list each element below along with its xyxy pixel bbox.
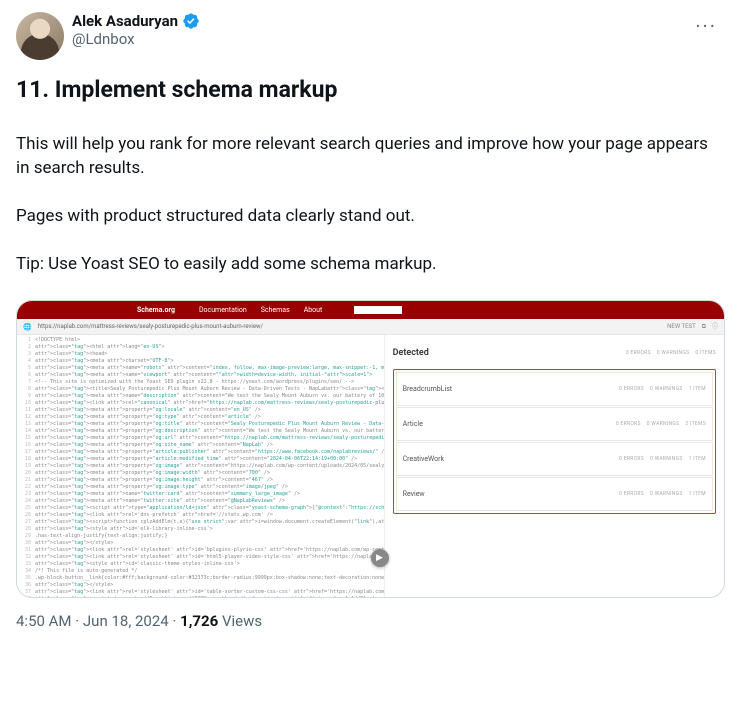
row-items-count: 2 ITEMS: [685, 412, 706, 436]
code-line: 20attr">class="tag"><meta attr">property…: [21, 470, 384, 477]
code-line: 30attr">class="tag"></style>: [21, 540, 384, 547]
code-line: 28attr">class="tag"><style attr">id='elk…: [21, 526, 384, 533]
author-block: Alek Asaduryan @Ldnbox: [72, 12, 200, 48]
code-line: 33attr">class="tag"><style attr">id='cla…: [21, 561, 384, 568]
row-warnings-count: 0 WARNINGS: [650, 482, 683, 506]
tweet-meta: 4:50 AM · Jun 18, 2024 · 1,726 Views: [16, 612, 725, 630]
code-line: 12attr">class="tag"><meta attr">property…: [21, 414, 384, 421]
tweet-paragraph: This will help you rank for more relevan…: [16, 132, 725, 180]
views-count: 1,726: [180, 612, 218, 630]
detected-type-name: CreativeWork: [403, 447, 444, 471]
tweet-time[interactable]: 4:50 AM: [16, 612, 72, 630]
code-line: 14attr">class="tag"><meta attr">property…: [21, 428, 384, 435]
code-line: 25attr">class="tag"><script attr">type="…: [21, 505, 384, 512]
detected-row: Article 0 ERRORS0 WARNINGS2 ITEMS: [396, 407, 713, 441]
code-line: 24attr">class="tag"><meta attr">name="tw…: [21, 498, 384, 505]
code-line: 15attr">class="tag"><meta attr">property…: [21, 435, 384, 442]
detected-heading: Detected 0 ERRORS 0 WARNINGS 0 ITEMS: [393, 341, 716, 365]
code-line: 22attr">class="tag"><meta attr">property…: [21, 484, 384, 491]
author-name[interactable]: Alek Asaduryan: [72, 12, 178, 30]
detected-type-name: Article: [403, 412, 423, 436]
detected-row: CreativeWork 0 ERRORS0 WARNINGS 1 ITEM: [396, 442, 713, 476]
row-warnings-count: 0 WARNINGS: [650, 377, 683, 401]
tweet-heading: 11. Implement schema markup: [16, 76, 725, 104]
row-items-count: 1 ITEM: [689, 482, 706, 506]
code-line: 37attr">class="tag"><link attr">rel='sty…: [21, 589, 384, 596]
more-button[interactable]: ···: [687, 12, 725, 40]
code-line: 3attr">class="tag"><head>: [21, 351, 384, 358]
code-line: 2attr">class="tag"><html attr">lang="en-…: [21, 344, 384, 351]
code-line: 13attr">class="tag"><meta attr">property…: [21, 421, 384, 428]
source-code-pane: 1<!DOCTYPE html>2attr">class="tag"><html…: [17, 335, 385, 597]
code-line: 7<!-- This site is optimized with the Yo…: [21, 379, 384, 386]
code-line: 19attr">class="tag"><meta attr">property…: [21, 463, 384, 470]
avatar[interactable]: [16, 12, 64, 60]
row-warnings-count: 0 WARNINGS: [647, 412, 680, 436]
header-errors-count: 0 ERRORS: [626, 341, 651, 365]
header-warnings-count: 0 WARNINGS: [657, 341, 690, 365]
code-line: 31attr">class="tag"><link attr">rel='sty…: [21, 547, 384, 554]
code-line: 17attr">class="tag"><meta attr">property…: [21, 449, 384, 456]
code-line: 36attr">class="tag"></style>: [21, 582, 384, 589]
row-items-count: 1 ITEM: [689, 447, 706, 471]
code-line: 29.has-text-align-justify{text-align:jus…: [21, 533, 384, 540]
code-line: 8attr">class="tag"><title>Sealy Posturep…: [21, 386, 384, 393]
scroll-arrow-icon: ▶: [371, 549, 389, 567]
code-line: 34/*! This file is auto-generated */: [21, 568, 384, 575]
header-items-count: 0 ITEMS: [695, 341, 716, 365]
row-errors-count: 0 ERRORS: [619, 377, 644, 401]
detected-type-name: Review: [403, 482, 425, 506]
detected-row: Review 0 ERRORS0 WARNINGS 1 ITEM: [396, 477, 713, 511]
code-line: 6attr">class="tag"><meta attr">name="vie…: [21, 372, 384, 379]
validator-url-bar: 🌐 https://naplab.com/mattress-reviews/se…: [17, 319, 724, 335]
row-errors-count: 0 ERRORS: [619, 482, 644, 506]
verified-badge-icon: [182, 12, 200, 30]
schema-search-box: [354, 306, 402, 314]
code-line: 5attr">class="tag"><meta attr">name="rob…: [21, 365, 384, 372]
code-line: 4attr">class="tag"><meta attr">charset="…: [21, 358, 384, 365]
code-line: 9attr">class="tag"><meta attr">name="des…: [21, 393, 384, 400]
code-line: 32attr">class="tag"><link attr">rel='sty…: [21, 554, 384, 561]
detected-type-name: BreadcrumbList: [403, 377, 452, 401]
detected-row: BreadcrumbList 0 ERRORS0 WARNINGS 1 ITEM: [396, 372, 713, 406]
code-line: 23attr">class="tag"><meta attr">name="tw…: [21, 491, 384, 498]
code-line: 38attr">class="tag"><script>document.add…: [21, 596, 384, 597]
author-handle[interactable]: @Ldnbox: [72, 30, 200, 48]
tweet-paragraph: Tip: Use Yoast SEO to easily add some sc…: [16, 252, 725, 276]
tweet-body: 11. Implement schema markup This will he…: [16, 76, 725, 598]
detected-list: BreadcrumbList0 ERRORS0 WARNINGS1 ITEMAr…: [393, 369, 716, 514]
row-errors-count: 0 ERRORS: [619, 447, 644, 471]
code-line: 27attr">class="tag"><script>function cpl…: [21, 519, 384, 526]
row-items-count: 1 ITEM: [689, 377, 706, 401]
nav-about: About: [304, 300, 323, 322]
code-line: 10attr">class="tag"><link attr">rel="can…: [21, 400, 384, 407]
nav-schemas: Schemas: [261, 300, 290, 322]
code-line: 26attr">class="tag"><link attr">rel='dns…: [21, 512, 384, 519]
detected-pane: Detected 0 ERRORS 0 WARNINGS 0 ITEMS Bre…: [385, 335, 724, 597]
row-errors-count: 0 ERRORS: [616, 412, 641, 436]
tweet-paragraph: Pages with product structured data clear…: [16, 204, 725, 228]
views-label: Views: [222, 612, 262, 630]
code-line: 1<!DOCTYPE html>: [21, 337, 384, 344]
code-line: 11attr">class="tag"><meta attr">property…: [21, 407, 384, 414]
code-line: 16attr">class="tag"><meta attr">property…: [21, 442, 384, 449]
code-line: 21attr">class="tag"><meta attr">property…: [21, 477, 384, 484]
tweet-header: Alek Asaduryan @Ldnbox ···: [16, 12, 725, 60]
row-warnings-count: 0 WARNINGS: [650, 447, 683, 471]
embedded-screenshot[interactable]: Schema.org Documentation Schemas About 🌐…: [16, 300, 725, 598]
tweet-date[interactable]: Jun 18, 2024: [83, 612, 169, 630]
code-line: 18attr">class="tag"><meta attr">property…: [21, 456, 384, 463]
code-line: 35.wp-block-button__link{color:#fff;back…: [21, 575, 384, 582]
